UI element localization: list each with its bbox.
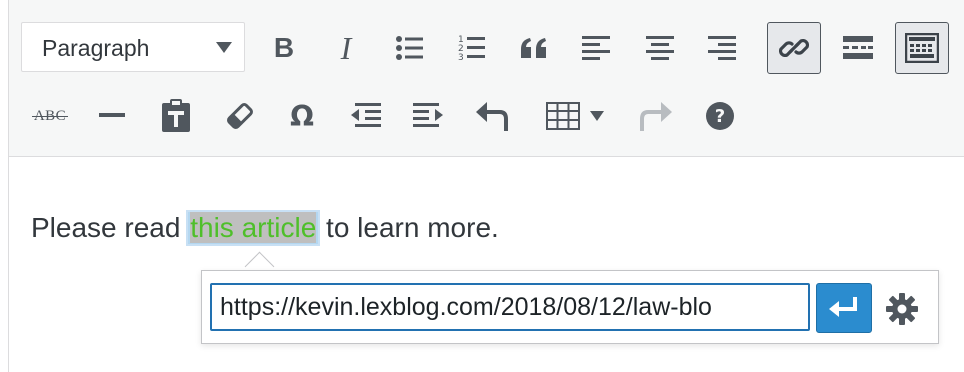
eraser-icon (227, 103, 253, 129)
numbered-list-button[interactable]: 1 2 3 (445, 22, 499, 74)
bold-button[interactable]: B (257, 22, 311, 74)
help-button[interactable]: ? (693, 90, 747, 142)
editor-toolbar: Paragraph B I 1 2 3 ABC Ω ? (9, 0, 964, 157)
bold-icon: B (273, 32, 295, 63)
svg-text:3: 3 (458, 53, 464, 63)
align-center-icon (646, 36, 674, 60)
horizontal-line-icon (99, 113, 125, 117)
special-character-button[interactable]: Ω (275, 90, 329, 142)
outdent-icon (351, 103, 381, 127)
selected-link[interactable]: this article (186, 210, 321, 246)
numbered-list-icon: 1 2 3 (458, 35, 485, 63)
align-left-button[interactable] (569, 22, 623, 74)
redo-button[interactable] (629, 90, 683, 142)
chevron-down-icon (590, 111, 604, 121)
format-select-label: Paragraph (42, 35, 150, 61)
undo-icon (476, 102, 508, 131)
align-right-icon (708, 36, 736, 60)
editor-content[interactable]: Please read this article to learn more. (31, 210, 499, 246)
clipboard-icon (162, 99, 190, 132)
toolbar-toggle-button[interactable] (895, 22, 949, 74)
table-icon (546, 102, 580, 130)
read-more-button[interactable] (831, 22, 885, 74)
content-text-after: to learn more. (318, 212, 499, 243)
editor: Paragraph B I 1 2 3 ABC Ω ? Please read … (8, 0, 964, 372)
strikethrough-button[interactable]: ABC (23, 90, 77, 142)
link-text: this article (190, 212, 317, 243)
table-button[interactable] (537, 90, 613, 142)
bulleted-list-icon (396, 36, 423, 60)
bulleted-list-button[interactable] (383, 22, 437, 74)
indent-icon (413, 103, 443, 127)
align-right-button[interactable] (695, 22, 749, 74)
help-icon: ? (706, 102, 734, 130)
blockquote-button[interactable] (507, 22, 561, 74)
decrease-indent-button[interactable] (339, 90, 393, 142)
link-popup (201, 270, 939, 344)
keyboard-icon (905, 33, 939, 63)
quote-icon (521, 38, 546, 58)
gear-icon (886, 293, 918, 325)
increase-indent-button[interactable] (401, 90, 455, 142)
align-center-button[interactable] (633, 22, 687, 74)
align-left-icon (582, 36, 610, 60)
enter-icon (829, 297, 857, 317)
format-select[interactable]: Paragraph (21, 22, 245, 72)
italic-button[interactable]: I (319, 22, 373, 74)
horizontal-line-button[interactable] (85, 90, 139, 142)
link-options-button[interactable] (882, 289, 922, 329)
strikethrough-icon: ABC (31, 108, 69, 125)
svg-text:?: ? (715, 106, 725, 127)
italic-icon: I (340, 29, 352, 66)
chevron-down-icon (216, 42, 232, 53)
paste-as-text-button[interactable] (149, 90, 203, 142)
apply-link-button[interactable] (816, 283, 872, 333)
undo-button[interactable] (465, 90, 519, 142)
clear-formatting-button[interactable] (213, 90, 267, 142)
redo-icon (640, 102, 672, 131)
omega-icon: Ω (290, 99, 314, 133)
link-icon (779, 38, 809, 58)
url-input[interactable] (210, 283, 810, 331)
read-more-icon (843, 36, 873, 59)
content-text-before: Please read (31, 212, 189, 243)
insert-link-button[interactable] (767, 22, 821, 74)
